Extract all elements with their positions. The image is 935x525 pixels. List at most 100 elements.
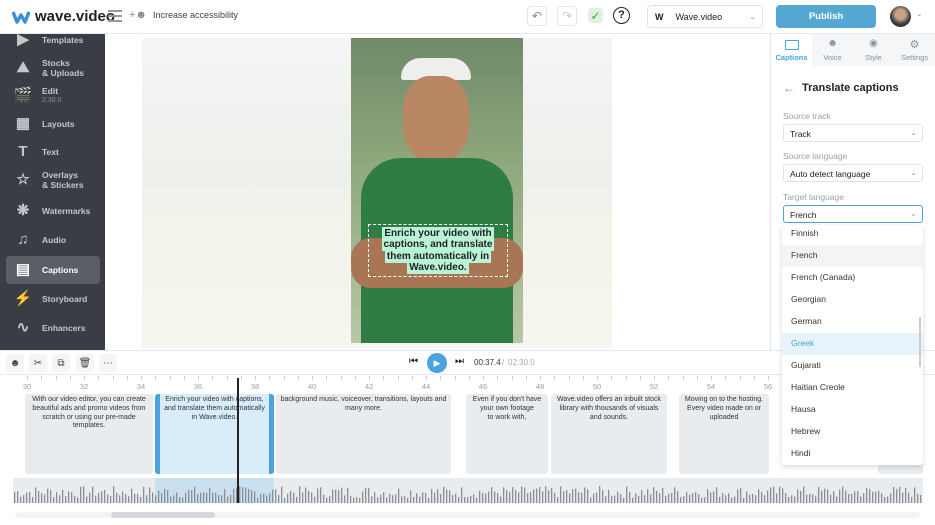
waveform-bar — [770, 487, 772, 503]
waveform-bar — [779, 486, 781, 503]
language-option[interactable]: French — [782, 245, 923, 267]
waveform-bar — [92, 486, 94, 503]
ruler-tick — [525, 376, 527, 380]
caption-clip[interactable]: background music, voiceover, transitions… — [276, 394, 451, 474]
tab-style[interactable]: ◉ Style — [853, 34, 894, 66]
waveform-bar — [815, 496, 817, 503]
waveform-bar — [857, 491, 859, 503]
language-option[interactable]: Finnish — [782, 225, 923, 245]
caption-box[interactable]: Enrich your video with captions, and tra… — [368, 224, 508, 277]
sidebar-item-storyboard[interactable]: ⚡ Storyboard — [6, 285, 100, 313]
chevron-down-icon[interactable]: ⌄ — [916, 9, 923, 18]
waveform-bar — [893, 486, 895, 503]
waveform-bar — [29, 491, 31, 503]
tab-captions[interactable]: Captions — [771, 34, 812, 66]
playhead[interactable] — [237, 378, 239, 503]
sidebar-item-layouts[interactable]: ▦ Layouts — [6, 110, 100, 138]
back-arrow-icon[interactable]: ← — [783, 81, 795, 95]
waveform-bar — [149, 487, 151, 503]
caption-clip[interactable]: With our video editor, you can create be… — [25, 394, 153, 474]
scrollbar-thumb[interactable] — [111, 512, 215, 518]
dropdown-scrollbar[interactable] — [919, 317, 921, 367]
waveform-bar — [881, 493, 883, 503]
sidebar-item-text[interactable]: T Text — [6, 138, 100, 166]
caption-clip[interactable]: Even if you don't have your own footage … — [466, 394, 548, 474]
waveform-bar — [209, 487, 211, 503]
caption-clip[interactable]: Moving on to the hosting. Every video ma… — [679, 394, 769, 474]
waveform-bar — [728, 493, 730, 503]
skip-back-button[interactable]: ⏮ — [409, 356, 418, 367]
undo-button[interactable]: ↶ — [527, 6, 547, 26]
total-time: 02:30.0 — [508, 358, 535, 367]
language-option[interactable]: Hebrew — [782, 421, 923, 443]
sidebar-item-edit[interactable]: 🎬 Edit 2:30.0 — [6, 82, 100, 110]
delete-button[interactable]: 🗑 — [76, 354, 94, 372]
waveform-bar — [95, 495, 97, 503]
duplicate-button[interactable]: ⧉ — [52, 354, 70, 372]
language-option[interactable]: Gujarati — [782, 355, 923, 377]
sidebar-item-overlays[interactable]: ☆ Overlays & Stickers — [6, 166, 100, 194]
source-language-select[interactable]: Auto detect language ⌄ — [783, 164, 923, 182]
waveform-bar — [155, 495, 157, 503]
waveform-bar — [374, 492, 376, 503]
waveform-bar — [797, 489, 799, 503]
horizontal-scrollbar[interactable] — [15, 512, 920, 518]
sidebar-item-captions[interactable]: ▤ Captions — [6, 256, 100, 284]
sidebar-item-enhancers[interactable]: ∿ Enhancers — [6, 314, 100, 342]
waveform-bar — [245, 487, 247, 503]
sidebar-item-label: Stocks & Uploads — [42, 58, 85, 78]
selected-caption-clip[interactable]: Enrich your video with captions, and tra… — [155, 394, 274, 474]
language-option[interactable]: Greek — [782, 333, 923, 355]
language-option[interactable]: Hausa — [782, 399, 923, 421]
language-option[interactable]: Georgian — [782, 289, 923, 311]
waveform-bar — [299, 486, 301, 503]
help-icon[interactable]: ? — [613, 7, 630, 24]
caption-clip[interactable]: Wave.video offers an inbuilt stock libra… — [551, 394, 667, 474]
waveform-bar — [230, 494, 232, 503]
skip-forward-button[interactable]: ⏭ — [455, 356, 464, 367]
source-track-select[interactable]: Track ⌄ — [783, 124, 923, 142]
avatar[interactable] — [890, 6, 911, 27]
play-button[interactable]: ▶ — [427, 353, 447, 373]
workspace-select[interactable]: W Wave.video ⌄ — [647, 5, 763, 28]
tab-voice[interactable]: ☻ Voice — [812, 34, 853, 66]
redo-button[interactable]: ↷ — [557, 6, 577, 26]
captions-icon: ▤ — [15, 261, 31, 278]
waveform-bar — [425, 493, 427, 503]
waveform-bar — [347, 488, 349, 503]
music-icon: ♫ — [17, 231, 29, 248]
waveform-bar — [878, 490, 880, 503]
ruler-tick — [169, 376, 171, 380]
sidebar-item-audio[interactable]: ♫ Audio — [6, 226, 100, 254]
waveform-bar — [566, 490, 568, 503]
waveform-bar — [557, 497, 559, 503]
ruler-tick — [696, 376, 698, 380]
waveform-bar — [635, 493, 637, 503]
accessibility-button[interactable]: +☻ Increase accessibility — [129, 9, 238, 21]
ruler-tick — [183, 376, 185, 380]
sidebar-item-templates[interactable]: ▶ Templates — [6, 34, 100, 54]
sidebar-item-stocks[interactable]: ⛰ Stocks & Uploads — [6, 54, 100, 82]
sidebar-item-label: Captions — [42, 265, 79, 275]
logo[interactable]: wave.video — [12, 8, 115, 25]
language-option[interactable]: Haitian Creole — [782, 377, 923, 399]
ruler-tick — [112, 376, 114, 380]
waveform-bar — [368, 487, 370, 503]
voice-button[interactable]: ☻ — [6, 354, 24, 372]
sidebar-item-watermarks[interactable]: ❋ Watermarks — [6, 197, 100, 225]
waveform-bar — [44, 494, 46, 503]
ruler-tick — [511, 376, 513, 380]
select-value: French — [790, 210, 817, 220]
menu-icon[interactable] — [108, 10, 122, 22]
target-language-select[interactable]: French ⌄ — [783, 205, 923, 223]
language-option[interactable]: French (Canada) — [782, 267, 923, 289]
tab-settings[interactable]: ⚙ Settings — [894, 34, 935, 66]
publish-button[interactable]: Publish — [776, 5, 876, 28]
split-button[interactable]: ✂ — [29, 354, 47, 372]
waveform-bar — [911, 496, 913, 503]
ruler-tick — [354, 376, 356, 380]
audio-waveform[interactable] — [13, 478, 923, 503]
more-button[interactable]: ⋯ — [99, 354, 117, 372]
language-option[interactable]: Hindi — [782, 443, 923, 465]
language-option[interactable]: German — [782, 311, 923, 333]
